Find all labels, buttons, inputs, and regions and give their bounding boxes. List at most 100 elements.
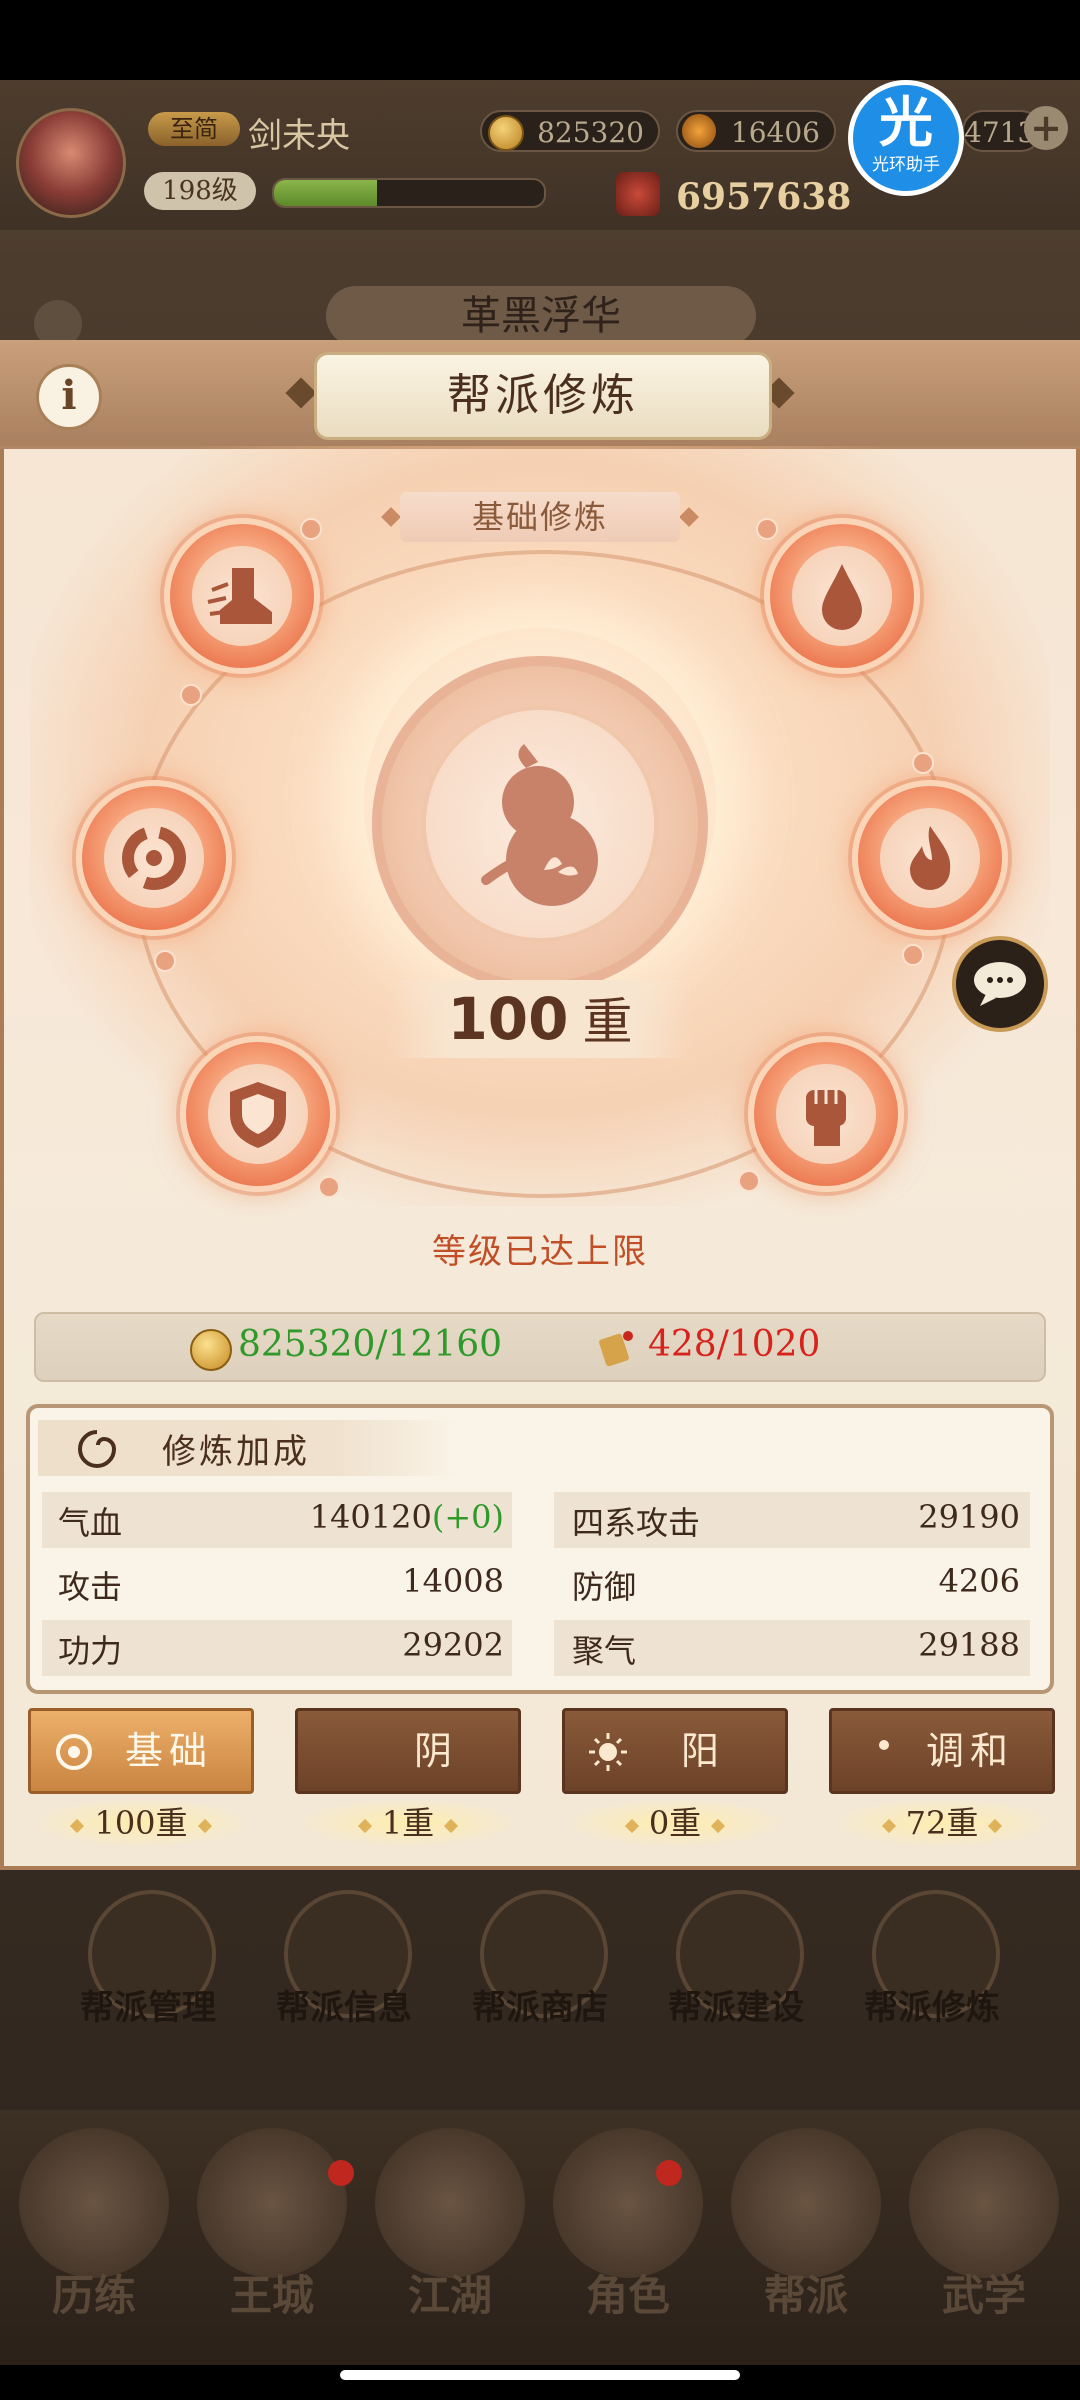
nav-icon[interactable] [19,2128,169,2278]
nav-item-label: 帮派 [763,2271,848,2320]
background-title: 革黑浮华 [326,286,756,346]
level-ornament [711,1818,726,1833]
skill-node-attack[interactable] [748,1036,904,1192]
orbit-dot [154,950,176,972]
harmony-icon [857,1735,889,1769]
orbit-dot [318,1176,340,1198]
chat-bubble-icon [974,962,1026,1006]
skill-node-water[interactable] [764,518,920,674]
nav-icon[interactable] [909,2128,1059,2278]
stat-value-number: 140120 [309,1498,432,1536]
helper-glyph: 光 [879,90,933,154]
guild-menu-label: 帮派建设 [668,1988,804,2028]
notification-dot [328,2160,354,2186]
bonus-title: 修炼加成 [162,1432,310,1472]
stat-value-bonus: (+0) [431,1498,504,1536]
level-unit: 重 [582,993,633,1051]
gourd-icon [481,744,598,906]
exp-bar-fill [274,180,377,206]
helper-app-bubble[interactable]: 光 光环助手 [848,80,964,196]
level-ornament [444,1818,459,1833]
nav-icon[interactable] [375,2128,525,2278]
cultivation-scroll-icon [596,1326,636,1370]
branch-tab[interactable]: 调和 [829,1708,1055,1794]
stat-value: 29202 [284,1626,504,1664]
skill-node-speed[interactable] [164,518,320,674]
branch-tab-label: 阳 [680,1729,725,1773]
coin-icon [190,1329,232,1371]
branch-level-value: 0重 [648,1804,702,1842]
currency-gold[interactable]: 16406 [676,110,836,152]
chat-button[interactable] [952,936,1048,1032]
helper-label: 光环助手 [872,155,940,175]
stat-label: 气血 [58,1504,123,1542]
coin-cost: 825320/12160 [238,1324,503,1365]
stat-label: 防御 [572,1568,637,1606]
player-name: 剑未央 [248,116,350,156]
nav-item-label: 武学 [941,2271,1026,2320]
combat-power-value: 6957638 [676,176,852,218]
stat-value-number: 29202 [402,1626,504,1664]
orbit-dot [756,518,778,540]
branch-level-value: 100重 [94,1804,188,1842]
status-bar [0,0,1080,80]
orbit-dot [738,1170,760,1192]
add-currency-button[interactable]: + [1024,106,1068,150]
guild-menu-label: 帮派信息 [276,1988,412,2028]
stat-value: 140120(+0) [284,1498,504,1536]
branch-level: 0重 [562,1798,788,1848]
fist-icon [806,1090,846,1146]
orbit-dot [180,684,202,706]
max-level-message: 等级已达上限 [432,1232,648,1272]
branch-level: 100重 [28,1798,254,1848]
moon-icon [331,1735,348,1769]
currency-coins-value: 825320 [537,116,644,149]
exp-bar [272,178,546,208]
stat-value: 14008 [284,1562,504,1600]
level-number: 100 [447,985,569,1053]
branch-tab[interactable]: 阴 [295,1708,521,1794]
level-ornament [357,1818,372,1833]
cultivation-level: 100 重 [388,980,692,1058]
level-ornament [624,1818,639,1833]
tab-basic-cultivation[interactable]: 基础修炼 [400,492,680,542]
skill-node-fire[interactable] [852,780,1008,936]
vip-badge: 至简 [148,112,240,146]
currency-coins[interactable]: 825320 [480,110,660,152]
info-button[interactable]: i [36,364,102,430]
nav-icon[interactable] [731,2128,881,2278]
combat-power-icon [616,172,660,216]
gold-ingot-icon [682,114,716,148]
level-ornament [70,1818,85,1833]
nav-icon[interactable] [197,2128,347,2278]
level-ornament [881,1818,896,1833]
shield-icon [230,1082,286,1148]
coin-icon [488,115,524,151]
branch-tab-label: 调和 [925,1729,1014,1773]
branch-level-value: 1重 [381,1804,435,1842]
branch-level: 1重 [295,1798,521,1848]
branch-tab-label: 阴 [413,1729,458,1773]
stat-label: 四系攻击 [572,1504,701,1542]
skill-node-defense[interactable] [180,1036,336,1192]
nav-icon[interactable] [553,2128,703,2278]
swirl-emblem-icon [72,1424,122,1474]
branch-level: 72重 [829,1798,1055,1848]
stat-label: 攻击 [58,1568,123,1606]
player-avatar[interactable] [16,108,126,218]
gourd-emblem[interactable] [422,706,658,942]
level-ornament [197,1818,212,1833]
stat-label: 聚气 [572,1632,637,1670]
nav-item-label: 角色 [585,2271,670,2320]
branch-tab[interactable]: 基础 [28,1708,254,1794]
stat-label: 功力 [58,1632,123,1670]
notification-dot [656,2160,682,2186]
branch-tab[interactable]: 阳 [562,1708,788,1794]
panel-title: 帮派修炼 [314,352,772,440]
stat-value-number: 14008 [402,1562,504,1600]
skill-node-swirl[interactable] [76,780,232,936]
scroll-cost: 428/1020 [648,1324,821,1365]
orbit-dot [300,518,322,540]
guild-menu-label: 帮派修炼 [864,1988,1000,2028]
home-indicator[interactable] [340,2370,740,2380]
